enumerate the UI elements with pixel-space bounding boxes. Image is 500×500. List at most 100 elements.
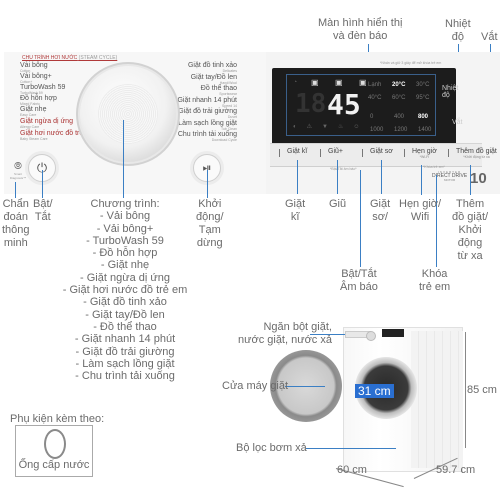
leader-line — [337, 160, 338, 194]
temperature-option: 60°C — [392, 95, 406, 101]
program-option[interactable]: Giặt nhẹ Easy Care — [20, 106, 46, 117]
program-label: Giặt đồ tinh xảo — [187, 62, 237, 69]
time-digits: 45 — [327, 88, 361, 121]
smart-diagnosis-icon: ⦾ — [14, 161, 22, 172]
temperature-option: 30°C — [416, 82, 430, 88]
program-option[interactable]: Giặt tay/Đồ len Hand/Wool — [191, 74, 237, 85]
callout-prewash: Giặt sơ/ — [370, 198, 391, 223]
program-label: Giặt đồ trải giường — [178, 108, 237, 115]
callout-power: Bật/ Tắt — [33, 198, 53, 223]
leader-line — [15, 182, 16, 198]
program-callout-item: - Làm sạch lồng giặt — [75, 357, 175, 370]
program-label: Chu trình tải xuống — [177, 131, 237, 138]
program-callout-item: - Giặt đồ trải giường — [75, 345, 175, 358]
height-label: 85 cm — [467, 384, 497, 396]
spin-option: 1200 — [394, 127, 408, 133]
program-option[interactable]: Vải bông Cotton — [20, 62, 48, 73]
leader-line — [123, 120, 124, 198]
callout-start-pause: Khởi động/ Tạm dừng — [196, 198, 224, 249]
option-button-label: Hẹn giờ — [412, 148, 437, 155]
program-option[interactable]: Đồ thể thao Sportswear — [201, 85, 237, 96]
program-label: Giặt ngừa dị ứng — [20, 118, 73, 125]
spin-option: 1000 — [370, 127, 384, 133]
option-button-bar — [270, 143, 482, 167]
spin-option: 800 — [418, 114, 429, 120]
button-separator — [448, 149, 449, 157]
display-side-spin: Vắt — [452, 119, 463, 126]
program-label: TurboWash 59 — [20, 84, 66, 91]
option-button-label: Giặt kĩ — [287, 148, 308, 155]
program-sublabel: Baby Steam Care — [20, 137, 48, 141]
door-diameter: 31 cm — [355, 384, 394, 398]
callout-spin: Vắt — [481, 31, 498, 43]
display-screen: ◔ ▣ ▣ ▣ 18 45 ◐⚠▼♨☺ Lạnh 20°C 30°C 40°C 60°C… — [272, 68, 463, 148]
option-button[interactable]: Thêm đồ giặt *Khởi động từ xa — [456, 148, 497, 159]
program-sublabel: Hand/Wool — [219, 80, 237, 85]
callout-programs: Chương trình: - Vải bông - Vải bông+ - Tur… — [60, 198, 190, 382]
option-button[interactable]: Hẹn giờ *Wi-Fi — [412, 148, 437, 159]
option-button[interactable]: Giặt sơ — [370, 148, 393, 155]
programs-list: - Vải bông - Vải bông+ - TurboWash 59- Đồ … — [60, 210, 190, 382]
programs-title: Chương trình: — [90, 198, 160, 210]
callout-detergent-drawer: Ngăn bột giặt, nước giặt, nước xả — [238, 321, 332, 346]
water-hose-icon — [44, 429, 66, 459]
program-sublabel: Allergy Care — [20, 125, 40, 129]
leader-line — [207, 170, 208, 198]
callout-intensive: Giặt kĩ — [285, 198, 306, 223]
button-separator — [279, 149, 280, 157]
leader-line — [297, 160, 298, 194]
program-sublabel: Speed 14 — [222, 103, 237, 108]
program-callout-item: - Giặt ngừa dị ứng — [80, 271, 170, 284]
leader-line — [306, 448, 396, 449]
childlock-note: *Khóa trẻ em* — [423, 165, 445, 169]
program-option[interactable]: Đồ hỗn hợp Mixed Fabric — [20, 95, 57, 106]
temperature-option: 95°C — [416, 95, 430, 101]
program-option[interactable]: Giặt đồ trải giường Duvet — [178, 108, 237, 119]
program-dial[interactable] — [80, 66, 176, 162]
program-callout-item: - Giặt tay/Đồ len — [85, 308, 165, 321]
program-callout-item: - Giặt đồ tinh xảo — [83, 296, 167, 309]
button-separator — [320, 149, 321, 157]
option-button[interactable]: Giũ+ — [328, 148, 343, 155]
program-option[interactable]: TurboWash 59 TurboWash 59 — [20, 84, 65, 95]
temperature-option: 20°C — [392, 82, 406, 88]
shirt-icon: ▣ — [311, 78, 319, 87]
button-separator — [362, 149, 363, 157]
callout-add-item: Thêm đồ giặt/ Khởi động từ xa — [452, 198, 489, 262]
option-button-sublabel: *Wi-Fi — [419, 155, 430, 159]
program-option[interactable]: Giặt đồ tinh xảo Delicates — [188, 62, 237, 73]
time-digits-dim: 18 — [295, 89, 327, 119]
option-button-sublabel: *Khởi động từ xa — [463, 155, 490, 159]
width-label: 60 cm — [337, 464, 367, 476]
program-callout-item: - Vải bông — [99, 210, 151, 223]
program-sublabel: Delicates — [222, 69, 237, 73]
program-label: Giặt nhẹ — [20, 106, 47, 113]
program-option[interactable]: Chu trình tải xuống Download Cycle — [178, 131, 237, 142]
callout-display: Màn hình hiển thị và đèn báo — [318, 17, 403, 42]
program-sublabel: Easy Care — [20, 113, 37, 117]
steam-icon: ◔ — [293, 79, 298, 86]
program-callout-item: - Đồ hỗn hợp — [92, 247, 158, 260]
machine-display — [382, 329, 404, 337]
accessory-box: Ống cấp nước — [15, 425, 93, 477]
program-sublabel: Download Cycle — [211, 138, 237, 142]
display-frame: ◔ ▣ ▣ ▣ 18 45 ◐⚠▼♨☺ — [286, 74, 436, 136]
program-callout-item: - Giặt hơi nước đồ trẻ em — [62, 284, 188, 297]
temperature-option: Lạnh — [368, 82, 382, 88]
program-label: Làm sạch lồng giặt — [178, 119, 237, 127]
status-icons: ◐⚠▼♨☺ — [293, 124, 370, 130]
program-sublabel: Duvet — [227, 115, 237, 119]
option-button[interactable]: Giặt kĩ — [287, 148, 307, 155]
program-callout-item: - Giặt nhẹ — [100, 259, 150, 272]
program-option[interactable]: Làm sạch lồng giặt Tub Clean — [178, 120, 237, 131]
program-callout-item: - Đồ thể thao — [93, 320, 157, 333]
program-option[interactable]: Giặt nhanh 14 phút Speed 14 — [177, 97, 237, 108]
dial-center — [98, 84, 158, 144]
callout-drain-filter: Bộ lọc bơm xả — [236, 442, 307, 454]
program-option[interactable]: Giặt ngừa dị ứng Allergy Care — [20, 118, 73, 129]
spin-option: 1400 — [418, 127, 432, 133]
option-button-label: Thêm đồ giặt — [456, 148, 497, 155]
program-option[interactable]: Vải bông+ Cotton+ — [20, 73, 52, 84]
program-label: Giặt nhanh 14 phút — [177, 96, 237, 104]
option-button-label: Giũ+ — [328, 148, 343, 155]
